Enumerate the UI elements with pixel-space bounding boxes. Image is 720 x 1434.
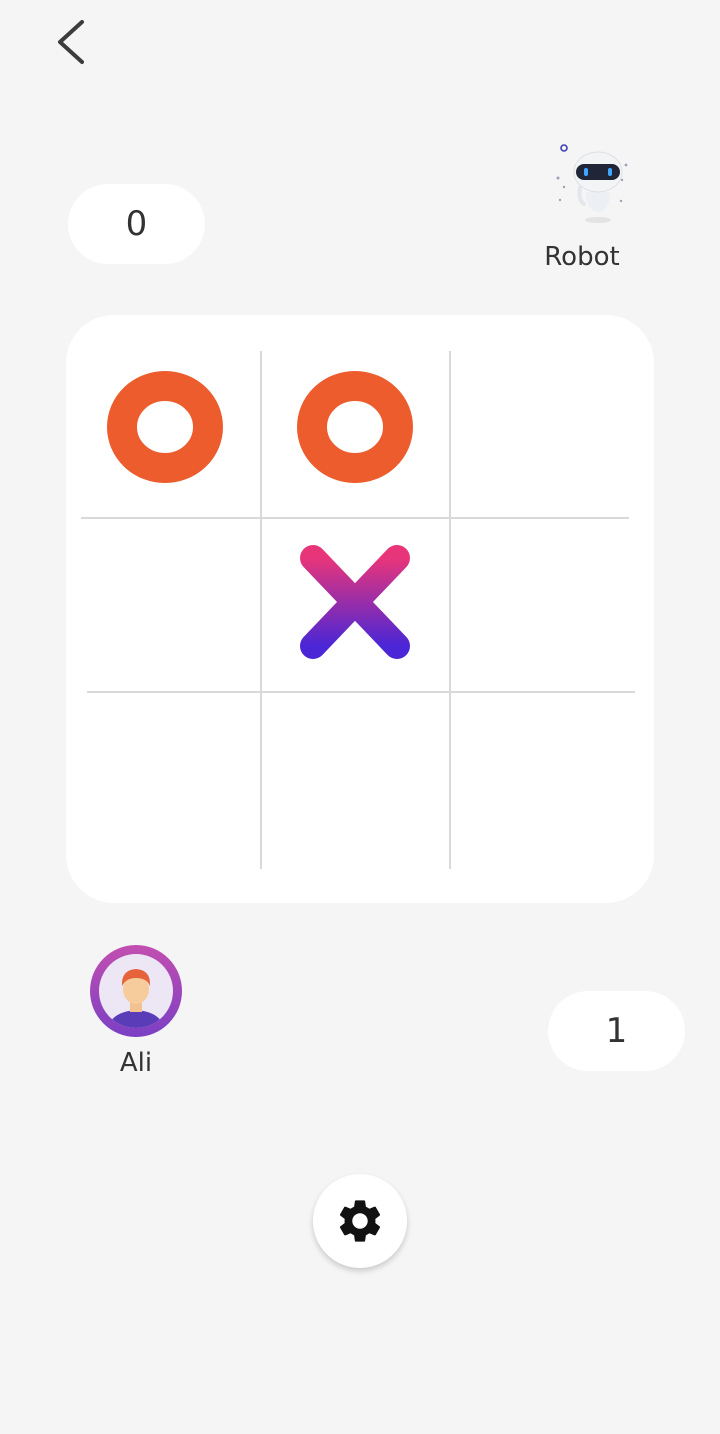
opponent-name: Robot bbox=[544, 242, 620, 272]
o-mark-icon bbox=[297, 371, 413, 483]
board-cell-4[interactable] bbox=[85, 522, 245, 682]
board-cell-2[interactable] bbox=[275, 347, 435, 507]
opponent-profile: Robot bbox=[522, 140, 642, 272]
game-board bbox=[66, 315, 654, 903]
grid-line bbox=[81, 517, 629, 519]
board-cell-9[interactable] bbox=[465, 697, 625, 857]
player-profile: Ali bbox=[86, 942, 186, 1078]
gear-icon bbox=[339, 1200, 381, 1242]
robot-avatar-icon bbox=[536, 140, 637, 230]
chevron-left-icon bbox=[58, 20, 84, 64]
board-cell-1[interactable] bbox=[85, 347, 245, 507]
x-mark-icon bbox=[300, 545, 410, 659]
back-button[interactable] bbox=[44, 14, 100, 70]
grid-line bbox=[449, 351, 451, 869]
board-cell-3[interactable] bbox=[465, 347, 625, 507]
board-cell-7[interactable] bbox=[85, 697, 245, 857]
settings-button[interactable] bbox=[313, 1174, 407, 1268]
player-name: Ali bbox=[119, 1048, 153, 1078]
board-cell-8[interactable] bbox=[275, 697, 435, 857]
board-cell-6[interactable] bbox=[465, 522, 625, 682]
grid-line bbox=[260, 351, 262, 869]
opponent-score: 0 bbox=[68, 184, 205, 264]
o-mark-icon bbox=[107, 371, 223, 483]
board-cell-5[interactable] bbox=[275, 522, 435, 682]
player-score: 1 bbox=[548, 991, 685, 1071]
user-avatar-icon bbox=[87, 942, 185, 1040]
grid-line bbox=[87, 691, 635, 693]
